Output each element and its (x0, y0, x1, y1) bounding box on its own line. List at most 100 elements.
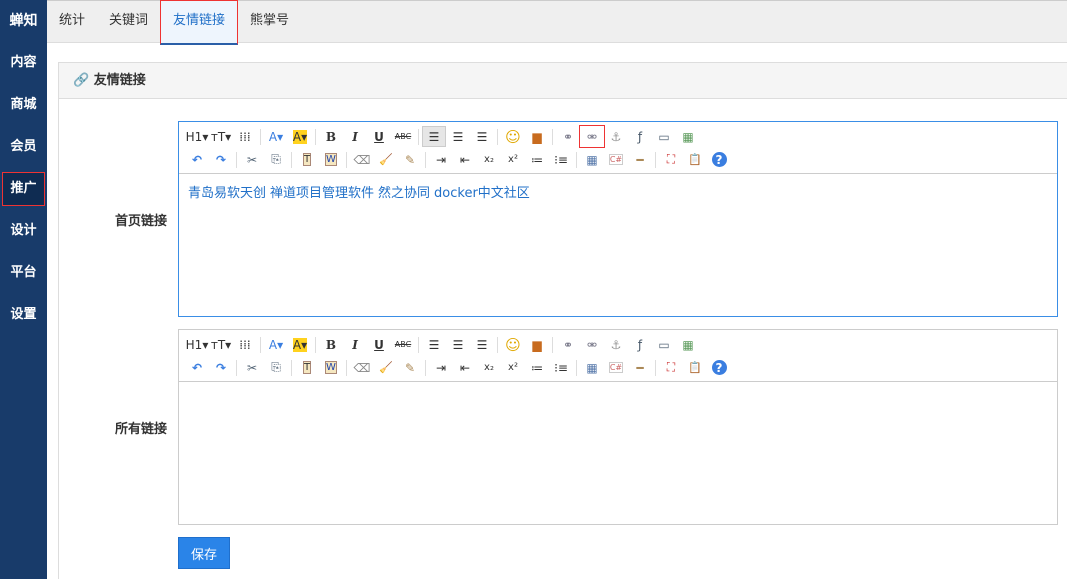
home-links-editor[interactable]: H1▾ ᴛT▾ ⁞⁞⁞ A▾ A▾ B I U ABC ☰ ☰ ☰ ☺ ▆ ⚭ ⚮ ⚓ ƒ ▭ ▦ ↶ ↷ ✂ ⎘ T W ⌫ 🧹 ✎ ⇥… (178, 121, 1058, 317)
font-color-button[interactable]: A▾ (264, 334, 288, 355)
eraser-button[interactable]: ⌫ (350, 357, 374, 378)
table-button[interactable]: ▦ (580, 149, 604, 170)
cut-button[interactable]: ✂ (240, 357, 264, 378)
strikethrough-button[interactable]: ABC (391, 126, 415, 147)
tab[interactable]: 关键词 (97, 1, 160, 43)
sidebar-item[interactable]: 推广 (2, 172, 45, 206)
heading-button[interactable]: H1▾ (185, 334, 209, 355)
tab[interactable]: 友情链接 (160, 0, 239, 45)
quick-format-button[interactable]: ✎ (398, 357, 422, 378)
align-center-button[interactable]: ☰ (446, 334, 470, 355)
brand-logo[interactable]: 蝉知 (0, 0, 47, 42)
undo-button[interactable]: ↶ (185, 357, 209, 378)
image-button[interactable]: ▆ (525, 334, 549, 355)
anchor-button[interactable]: ⚓ (604, 126, 628, 147)
sidebar-item[interactable]: 内容 (0, 42, 47, 84)
indent-button[interactable]: ⇥ (429, 357, 453, 378)
undo-button[interactable]: ↶ (185, 149, 209, 170)
sidebar-item[interactable]: 平台 (0, 252, 47, 294)
clear-format-button[interactable]: 🧹 (374, 149, 398, 170)
superscript-button[interactable]: x² (501, 149, 525, 170)
tab[interactable]: 熊掌号 (238, 1, 301, 43)
redo-button[interactable]: ↷ (209, 149, 233, 170)
sidebar-item[interactable]: 会员 (0, 126, 47, 168)
align-right-button[interactable]: ☰ (470, 126, 494, 147)
outdent-button[interactable]: ⇤ (453, 357, 477, 378)
link-button[interactable]: ⚭ (556, 126, 580, 147)
ordered-list-button[interactable]: ≔ (525, 357, 549, 378)
unordered-list-button[interactable]: ⁝≡ (549, 357, 573, 378)
emoticon-button[interactable]: ☺ (501, 126, 525, 147)
italic-button[interactable]: I (343, 334, 367, 355)
help-button[interactable]: ? (707, 357, 731, 378)
align-left-button[interactable]: ☰ (422, 126, 446, 147)
link-text[interactable]: 禅道项目管理软件 (270, 186, 374, 201)
media-button[interactable]: ▭ (652, 126, 676, 147)
quick-format-button[interactable]: ✎ (398, 149, 422, 170)
fullscreen-button[interactable]: ⛶ (659, 357, 683, 378)
paste-text-button[interactable]: T (295, 357, 319, 378)
underline-button[interactable]: U (367, 334, 391, 355)
copy-button[interactable]: ⎘ (264, 357, 288, 378)
code-button[interactable]: C# (604, 357, 628, 378)
horizontal-rule-button[interactable]: ⁞⁞⁞ (233, 334, 257, 355)
bold-button[interactable]: B (319, 126, 343, 147)
code-button[interactable]: C# (604, 149, 628, 170)
insert-hr-button[interactable]: ━ (628, 357, 652, 378)
image-manager-button[interactable]: ▦ (676, 334, 700, 355)
editor-content[interactable] (179, 382, 1057, 398)
bold-button[interactable]: B (319, 334, 343, 355)
fullscreen-button[interactable]: ⛶ (659, 149, 683, 170)
align-center-button[interactable]: ☰ (446, 126, 470, 147)
link-text[interactable]: 青岛易软天创 (188, 186, 266, 201)
link-text[interactable]: docker中文社区 (434, 186, 530, 201)
redo-button[interactable]: ↷ (209, 357, 233, 378)
link-text[interactable]: 然之协同 (378, 186, 430, 201)
font-size-button[interactable]: ᴛT▾ (209, 126, 233, 147)
unlink-button[interactable]: ⚮ (580, 334, 604, 355)
sidebar-item[interactable]: 商城 (0, 84, 47, 126)
highlight-button[interactable]: A▾ (288, 334, 312, 355)
anchor-button[interactable]: ⚓ (604, 334, 628, 355)
template-button[interactable]: 📋 (683, 357, 707, 378)
paste-word-button[interactable]: W (319, 149, 343, 170)
save-button[interactable]: 保存 (178, 537, 230, 569)
italic-button[interactable]: I (343, 126, 367, 147)
clear-format-button[interactable]: 🧹 (374, 357, 398, 378)
image-button[interactable]: ▆ (525, 126, 549, 147)
paste-text-button[interactable]: T (295, 149, 319, 170)
eraser-button[interactable]: ⌫ (350, 149, 374, 170)
unordered-list-button[interactable]: ⁝≡ (549, 149, 573, 170)
insert-hr-button[interactable]: ━ (628, 149, 652, 170)
horizontal-rule-button[interactable]: ⁞⁞⁞ (233, 126, 257, 147)
underline-button[interactable]: U (367, 126, 391, 147)
subscript-button[interactable]: x₂ (477, 149, 501, 170)
media-button[interactable]: ▭ (652, 334, 676, 355)
heading-button[interactable]: H1▾ (185, 126, 209, 147)
copy-button[interactable]: ⎘ (264, 149, 288, 170)
subscript-button[interactable]: x₂ (477, 357, 501, 378)
flash-button[interactable]: ƒ (628, 126, 652, 147)
table-button[interactable]: ▦ (580, 357, 604, 378)
font-size-button[interactable]: ᴛT▾ (209, 334, 233, 355)
outdent-button[interactable]: ⇤ (453, 149, 477, 170)
font-color-button[interactable]: A▾ (264, 126, 288, 147)
ordered-list-button[interactable]: ≔ (525, 149, 549, 170)
align-right-button[interactable]: ☰ (470, 334, 494, 355)
sidebar-item[interactable]: 设计 (0, 210, 47, 252)
emoticon-button[interactable]: ☺ (501, 334, 525, 355)
paste-word-button[interactable]: W (319, 357, 343, 378)
indent-button[interactable]: ⇥ (429, 149, 453, 170)
cut-button[interactable]: ✂ (240, 149, 264, 170)
strikethrough-button[interactable]: ABC (391, 334, 415, 355)
highlight-button[interactable]: A▾ (288, 126, 312, 147)
sidebar-item[interactable]: 设置 (0, 294, 47, 336)
flash-button[interactable]: ƒ (628, 334, 652, 355)
template-button[interactable]: 📋 (683, 149, 707, 170)
superscript-button[interactable]: x² (501, 357, 525, 378)
image-manager-button[interactable]: ▦ (676, 126, 700, 147)
editor-content[interactable]: 青岛易软天创 禅道项目管理软件 然之协同 docker中文社区 (179, 174, 1057, 209)
unlink-button[interactable]: ⚮ (579, 125, 605, 148)
all-links-editor[interactable]: H1▾ ᴛT▾ ⁞⁞⁞ A▾ A▾ B I U ABC ☰ ☰ ☰ ☺ ▆ ⚭ ⚮ ⚓ ƒ ▭ ▦ ↶ ↷ ✂ ⎘ T W ⌫ 🧹 ✎ ⇥… (178, 329, 1058, 525)
tab[interactable]: 统计 (47, 1, 97, 43)
